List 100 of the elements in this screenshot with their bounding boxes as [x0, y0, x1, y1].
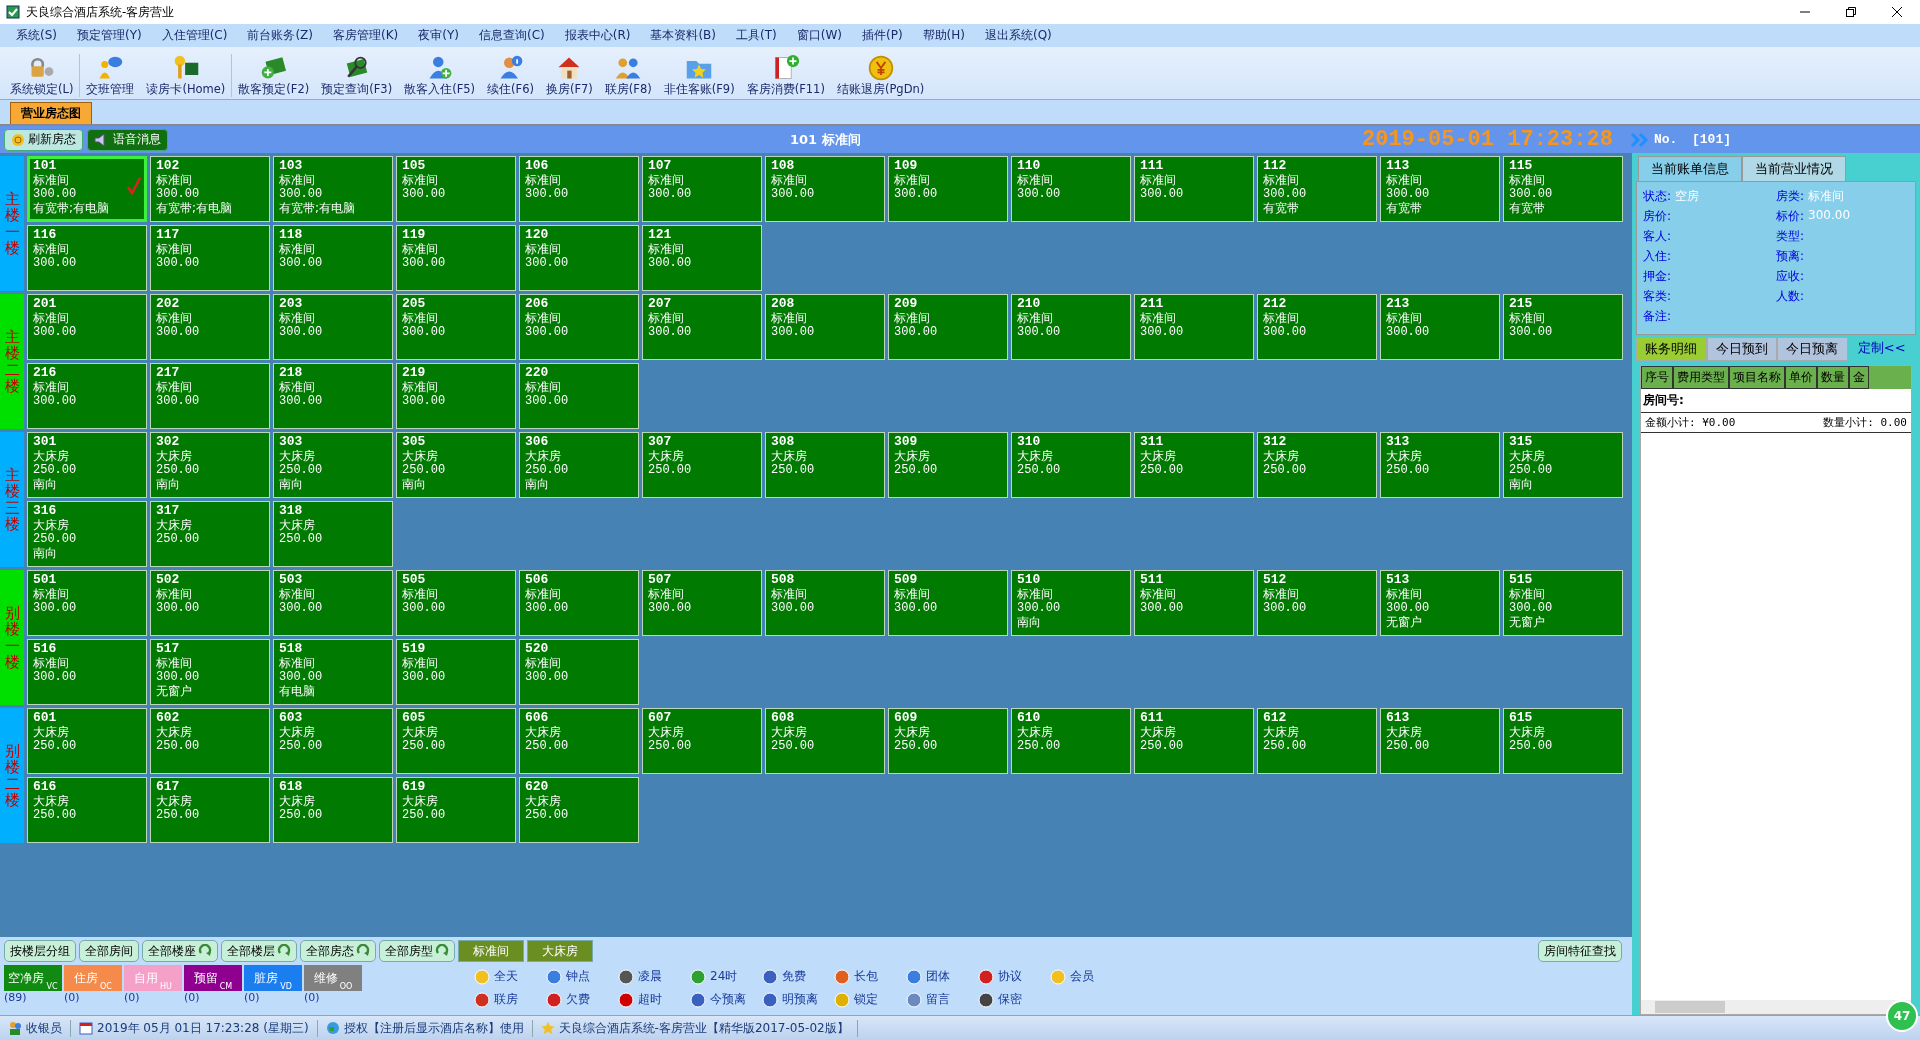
toolbar-button[interactable]: 联房(F8) — [598, 54, 658, 97]
room-tile[interactable]: 209 标准间 300.00 — [888, 294, 1008, 360]
room-tile[interactable]: 206 标准间 300.00 — [519, 294, 639, 360]
room-tile[interactable]: 512 标准间 300.00 — [1257, 570, 1377, 636]
room-tile[interactable]: 109 标准间 300.00 — [888, 156, 1008, 222]
detail-tab[interactable]: 今日预到 — [1706, 337, 1777, 361]
feature-search-button[interactable]: 房间特征查找 — [1538, 940, 1622, 962]
room-tile[interactable]: 311 大床房 250.00 — [1134, 432, 1254, 498]
toolbar-button[interactable]: 散客预定(F2) — [232, 54, 316, 97]
room-tile[interactable]: 107 标准间 300.00 — [642, 156, 762, 222]
room-tile[interactable]: 318 大床房 250.00 — [273, 501, 393, 567]
menu-item[interactable]: 客房管理(K) — [323, 27, 409, 44]
room-tile[interactable]: 520 标准间 300.00 — [519, 639, 639, 705]
room-tile[interactable]: 611 大床房 250.00 — [1134, 708, 1254, 774]
room-tile[interactable]: 108 标准间 300.00 — [765, 156, 885, 222]
room-tile[interactable]: 112 标准间 300.00 有宽带 — [1257, 156, 1377, 222]
room-tile[interactable]: 203 标准间 300.00 — [273, 294, 393, 360]
room-tile[interactable]: 305 大床房 250.00 南向 — [396, 432, 516, 498]
detail-tab[interactable]: 今日预离 — [1777, 337, 1848, 361]
room-tile[interactable]: 309 大床房 250.00 — [888, 432, 1008, 498]
room-tile[interactable]: 117 标准间 300.00 — [150, 225, 270, 291]
filter-button[interactable]: 全部房间 — [79, 940, 139, 962]
toolbar-button[interactable]: 交班管理 — [80, 54, 141, 97]
panel-tab[interactable]: 当前营业情况 — [1742, 156, 1846, 181]
toolbar-button[interactable]: 散客入住(F5) — [398, 54, 482, 97]
detail-tab[interactable]: 账务明细 — [1636, 337, 1707, 361]
room-tile[interactable]: 619 大床房 250.00 — [396, 777, 516, 843]
room-tile[interactable]: 313 大床房 250.00 — [1380, 432, 1500, 498]
room-tile[interactable]: 106 标准间 300.00 — [519, 156, 639, 222]
toolbar-button[interactable]: 系统锁定(L) — [4, 54, 81, 97]
room-tile[interactable]: 606 大床房 250.00 — [519, 708, 639, 774]
room-tile[interactable]: 515 标准间 300.00 无窗户 — [1503, 570, 1623, 636]
room-tile[interactable]: 518 标准间 300.00 有电脑 — [273, 639, 393, 705]
room-tile[interactable]: 220 标准间 300.00 — [519, 363, 639, 429]
room-tile[interactable]: 502 标准间 300.00 — [150, 570, 270, 636]
room-tile[interactable]: 517 标准间 300.00 无窗户 — [150, 639, 270, 705]
room-tile[interactable]: 212 标准间 300.00 — [1257, 294, 1377, 360]
room-tile[interactable]: 506 标准间 300.00 — [519, 570, 639, 636]
room-tile[interactable]: 602 大床房 250.00 — [150, 708, 270, 774]
toolbar-button[interactable]: 客房消费(F11) — [740, 54, 831, 97]
room-tile[interactable]: 219 标准间 300.00 — [396, 363, 516, 429]
room-tile[interactable]: 118 标准间 300.00 — [273, 225, 393, 291]
document-tab[interactable]: 营业房态图 — [10, 102, 92, 124]
room-tile[interactable]: 519 标准间 300.00 — [396, 639, 516, 705]
room-type-button[interactable]: 大床房 — [527, 940, 593, 962]
room-tile[interactable]: 110 标准间 300.00 — [1011, 156, 1131, 222]
room-tile[interactable]: 119 标准间 300.00 — [396, 225, 516, 291]
room-tile[interactable]: 615 大床房 250.00 — [1503, 708, 1623, 774]
room-tile[interactable]: 609 大床房 250.00 — [888, 708, 1008, 774]
menu-item[interactable]: 报表中心(R) — [554, 27, 641, 44]
room-tile[interactable]: 216 标准间 300.00 — [27, 363, 147, 429]
room-tile[interactable]: 301 大床房 250.00 南向 — [27, 432, 147, 498]
room-tile[interactable]: 103 标准间 300.00 有宽带;有电脑 — [273, 156, 393, 222]
room-tile[interactable]: 302 大床房 250.00 南向 — [150, 432, 270, 498]
menu-item[interactable]: 夜审(Y) — [408, 27, 469, 44]
room-tile[interactable]: 601 大床房 250.00 — [27, 708, 147, 774]
filter-dropdown[interactable]: 全部房型 — [379, 940, 455, 962]
room-tile[interactable]: 505 标准间 300.00 — [396, 570, 516, 636]
panel-tab[interactable]: 当前账单信息 — [1638, 156, 1742, 181]
room-tile[interactable]: 507 标准间 300.00 — [642, 570, 762, 636]
room-tile[interactable]: 613 大床房 250.00 — [1380, 708, 1500, 774]
voice-message-button[interactable]: 语音消息 — [87, 128, 168, 151]
room-tile[interactable]: 618 大床房 250.00 — [273, 777, 393, 843]
room-tile[interactable]: 508 标准间 300.00 — [765, 570, 885, 636]
room-tile[interactable]: 207 标准间 300.00 — [642, 294, 762, 360]
room-tile[interactable]: 307 大床房 250.00 — [642, 432, 762, 498]
room-tile[interactable]: 201 标准间 300.00 — [27, 294, 147, 360]
toolbar-button[interactable]: 非住客账(F9) — [657, 54, 741, 97]
room-type-button[interactable]: 标准间 — [458, 940, 524, 962]
room-tile[interactable]: 121 标准间 300.00 — [642, 225, 762, 291]
menu-item[interactable]: 入住管理(C) — [151, 27, 238, 44]
room-tile[interactable]: 610 大床房 250.00 — [1011, 708, 1131, 774]
room-tile[interactable]: 306 大床房 250.00 南向 — [519, 432, 639, 498]
room-tile[interactable]: 105 标准间 300.00 — [396, 156, 516, 222]
refresh-button[interactable]: 刷新房态 — [4, 128, 83, 151]
room-tile[interactable]: 516 标准间 300.00 — [27, 639, 147, 705]
menu-item[interactable]: 信息查询(C) — [468, 27, 555, 44]
menu-item[interactable]: 前台账务(Z) — [237, 27, 324, 44]
menu-item[interactable]: 工具(T) — [726, 27, 787, 44]
room-tile[interactable]: 315 大床房 250.00 南向 — [1503, 432, 1623, 498]
room-tile[interactable]: 218 标准间 300.00 — [273, 363, 393, 429]
room-tile[interactable]: 501 标准间 300.00 — [27, 570, 147, 636]
room-tile[interactable]: 312 大床房 250.00 — [1257, 432, 1377, 498]
menu-item[interactable]: 插件(P) — [851, 27, 913, 44]
room-tile[interactable]: 102 标准间 300.00 有宽带;有电脑 — [150, 156, 270, 222]
room-tile[interactable]: 317 大床房 250.00 — [150, 501, 270, 567]
menu-item[interactable]: 预定管理(Y) — [67, 27, 152, 44]
filter-dropdown[interactable]: 全部楼层 — [221, 940, 297, 962]
filter-dropdown[interactable]: 全部楼座 — [142, 940, 218, 962]
room-tile[interactable]: 111 标准间 300.00 — [1134, 156, 1254, 222]
room-tile[interactable]: 310 大床房 250.00 — [1011, 432, 1131, 498]
toolbar-button[interactable]: 换房(F7) — [539, 54, 599, 97]
room-tile[interactable]: 607 大床房 250.00 — [642, 708, 762, 774]
customize-link[interactable]: 定制<< — [1847, 337, 1916, 361]
room-tile[interactable]: 617 大床房 250.00 — [150, 777, 270, 843]
room-tile[interactable]: 205 标准间 300.00 — [396, 294, 516, 360]
room-tile[interactable]: 608 大床房 250.00 — [765, 708, 885, 774]
menu-item[interactable]: 窗口(W) — [786, 27, 852, 44]
room-tile[interactable]: 612 大床房 250.00 — [1257, 708, 1377, 774]
room-tile[interactable]: 303 大床房 250.00 南向 — [273, 432, 393, 498]
